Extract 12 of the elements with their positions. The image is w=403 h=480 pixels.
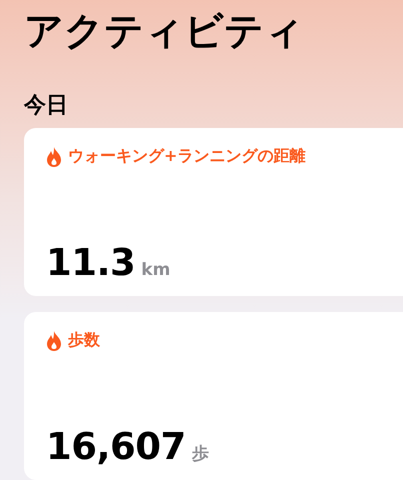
unit-label: km: [141, 260, 170, 280]
page-title: アクティビティ: [23, 8, 305, 56]
card-value: 11.3: [46, 241, 136, 284]
unit-label: 歩: [192, 443, 209, 465]
activity-card[interactable]: 歩数 16,607 歩: [24, 312, 403, 480]
flame-icon: [46, 146, 62, 166]
card-label: ウォーキング+ランニングの距離: [68, 146, 306, 167]
card-value: 16,607: [46, 425, 186, 468]
section-heading: 今日: [24, 92, 68, 120]
flame-icon: [46, 330, 62, 350]
card-label: 歩数: [68, 330, 100, 351]
activity-card[interactable]: ウォーキング+ランニングの距離 11.3 km: [24, 128, 403, 296]
